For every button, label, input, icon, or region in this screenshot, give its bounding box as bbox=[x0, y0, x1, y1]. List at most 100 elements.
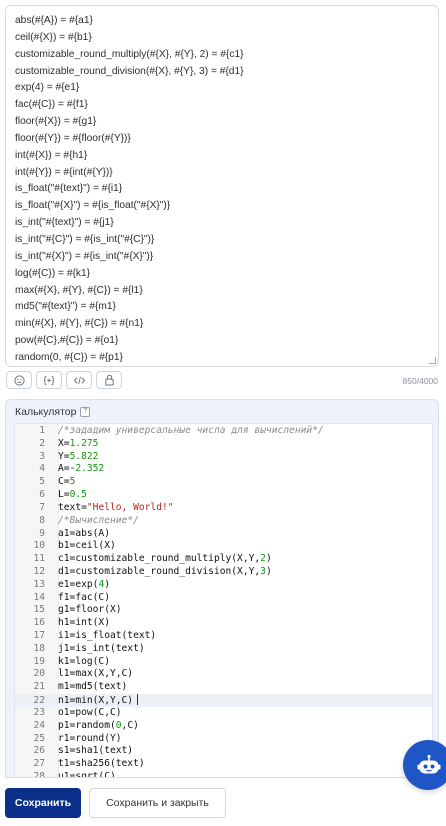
code-text: X=1.275 bbox=[58, 438, 98, 449]
line-number: 20 bbox=[33, 668, 45, 680]
code-text: l1=max(X,Y,C) bbox=[58, 668, 133, 679]
line-number: 15 bbox=[33, 604, 45, 616]
line-number: 12 bbox=[33, 565, 45, 577]
character-counter: 850/4000 bbox=[402, 376, 438, 386]
code-text: /*Вычисление*/ bbox=[58, 515, 139, 526]
code-line: 15 g1=floor(X) bbox=[15, 604, 432, 617]
help-icon[interactable]: ? bbox=[80, 407, 91, 417]
code-text: u1=sqrt(C) bbox=[58, 771, 116, 777]
code-line: 6 L=0.5 bbox=[15, 489, 432, 502]
code-token: Y= bbox=[58, 450, 70, 462]
line-number: 28 bbox=[33, 770, 45, 778]
resize-handle[interactable] bbox=[429, 357, 436, 364]
template-text-line: ceil(#{X}) = #{b1} bbox=[15, 31, 92, 43]
template-text-line: pow(#{C},#{C}) = #{o1} bbox=[15, 335, 119, 347]
template-text-line: customizable_round_division(#{X}, #{Y}, … bbox=[15, 65, 244, 77]
code-text: g1=floor(X) bbox=[58, 604, 122, 615]
code-token: l1=max(X,Y,C) bbox=[58, 668, 134, 680]
smiley-icon bbox=[13, 374, 25, 386]
code-line: 10 b1=ceil(X) bbox=[15, 540, 432, 553]
code-line: 16 h1=int(X) bbox=[15, 617, 432, 630]
line-number: 19 bbox=[33, 655, 45, 667]
editor-toolbar bbox=[6, 371, 122, 389]
template-text-line: is_int("#{C}") = #{is_int("#{C}")} bbox=[15, 233, 155, 245]
code-line: 20 l1=max(X,Y,C) bbox=[15, 668, 432, 681]
code-text: r1=round(Y) bbox=[58, 733, 122, 744]
code-line: 25 r1=round(Y) bbox=[15, 733, 432, 746]
code-text: text="Hello, World!" bbox=[58, 502, 174, 513]
code-line: 3 Y=5.822 bbox=[15, 451, 432, 464]
template-text-line: int(#{X}) = #{h1} bbox=[15, 149, 88, 161]
lock-button[interactable] bbox=[96, 371, 122, 389]
code-text: c1=customizable_round_multiply(X,Y,2) bbox=[58, 553, 272, 564]
line-number: 14 bbox=[33, 591, 45, 603]
code-line: 22 n1=min(X,Y,C) bbox=[15, 694, 432, 707]
code-line: 5 C=5 bbox=[15, 476, 432, 489]
code-token: 2.352 bbox=[75, 463, 105, 475]
robot-icon bbox=[417, 754, 441, 774]
template-textarea[interactable]: abs(#{A}) = #{a1} ceil(#{X}) = #{b1} custo… bbox=[5, 5, 439, 367]
code-text: f1=fac(C) bbox=[58, 592, 110, 603]
code-token: m1=md5(text) bbox=[58, 681, 128, 693]
code-icon bbox=[73, 376, 85, 384]
code-token: i1=is_float(text) bbox=[58, 630, 157, 641]
code-text: o1=pow(C,C) bbox=[58, 707, 122, 718]
calculator-header: Калькулятор ? bbox=[15, 406, 91, 418]
save-button[interactable]: Сохранить bbox=[5, 788, 81, 818]
code-text: d1=customizable_round_division(X,Y,3) bbox=[58, 566, 272, 577]
code-token: d1=customizable_round_division(X,Y, bbox=[58, 565, 261, 577]
emoji-button[interactable] bbox=[6, 371, 32, 389]
template-text: abs(#{A}) = #{a1} ceil(#{X}) = #{b1} custo… bbox=[6, 6, 438, 366]
code-token: c1=customizable_round_multiply(X,Y, bbox=[58, 553, 261, 565]
template-text-line: customizable_round_multiply(#{X}, #{Y}, … bbox=[15, 48, 244, 60]
code-token: p1=random( bbox=[58, 719, 116, 731]
chat-widget-button[interactable] bbox=[403, 740, 446, 790]
form-footer: Сохранить Сохранить и закрыть bbox=[0, 779, 446, 826]
template-text-line: is_float("#{text}") = #{i1} bbox=[15, 183, 123, 195]
code-token: j1=is_int(text) bbox=[58, 642, 145, 654]
line-number: 9 bbox=[39, 527, 45, 539]
code-token: k1=log(C) bbox=[58, 655, 110, 667]
code-token: ) bbox=[104, 578, 110, 590]
code-line: 14 f1=fac(C) bbox=[15, 592, 432, 605]
code-token: C= bbox=[58, 476, 70, 488]
code-text: j1=is_int(text) bbox=[58, 643, 145, 654]
code-token: ,C) bbox=[121, 719, 139, 731]
code-token: h1=int(X) bbox=[58, 617, 110, 629]
code-token: b1=ceil(X) bbox=[58, 540, 116, 552]
code-line: 2 X=1.275 bbox=[15, 438, 432, 451]
code-token: n1=min(X,Y,C) bbox=[58, 695, 134, 707]
lock-icon bbox=[104, 374, 114, 386]
template-text-line: max(#{X}, #{Y}, #{C}) = #{l1} bbox=[15, 284, 143, 296]
code-text: A=-2.352 bbox=[58, 463, 104, 474]
code-token: 1.275 bbox=[69, 437, 99, 449]
code-token: ) bbox=[265, 553, 272, 565]
template-text-line: is_int("#{X}") = #{is_int("#{X}")} bbox=[15, 250, 154, 262]
code-button[interactable] bbox=[66, 371, 92, 389]
code-line: 28 u1=sqrt(C) bbox=[15, 770, 432, 778]
line-number: 1 bbox=[39, 425, 45, 436]
line-number: 6 bbox=[39, 489, 45, 501]
code-line: 7 text="Hello, World!" bbox=[15, 502, 432, 515]
code-line: 8 /*Вычисление*/ bbox=[15, 515, 432, 528]
line-number: 4 bbox=[39, 463, 45, 475]
text-cursor bbox=[137, 694, 139, 706]
calculator-title: Калькулятор bbox=[15, 406, 77, 418]
variable-button[interactable] bbox=[36, 371, 62, 389]
template-text-line: exp(4) = #{e1} bbox=[15, 82, 80, 94]
line-number: 23 bbox=[33, 706, 45, 718]
save-and-close-button[interactable]: Сохранить и закрыть bbox=[89, 788, 226, 818]
line-number: 8 bbox=[39, 514, 45, 526]
code-text: n1=min(X,Y,C) bbox=[58, 695, 133, 706]
line-number: 17 bbox=[33, 630, 45, 641]
code-token: 5.822 bbox=[69, 450, 99, 462]
calculator-code-editor[interactable]: 1 /*зададим универсальные числа для вычис… bbox=[14, 423, 433, 778]
line-number: 13 bbox=[33, 578, 45, 590]
code-line: 21 m1=md5(text) bbox=[15, 681, 432, 694]
template-text-line: is_float("#{X}") = #{is_float("#{X}")} bbox=[15, 200, 171, 212]
line-number: 10 bbox=[33, 540, 45, 552]
line-number: 2 bbox=[39, 437, 45, 449]
code-text: s1=sha1(text) bbox=[58, 745, 133, 756]
template-text-line: floor(#{Y}) = #{floor(#{Y})} bbox=[15, 132, 131, 144]
code-text: L=0.5 bbox=[58, 489, 87, 500]
